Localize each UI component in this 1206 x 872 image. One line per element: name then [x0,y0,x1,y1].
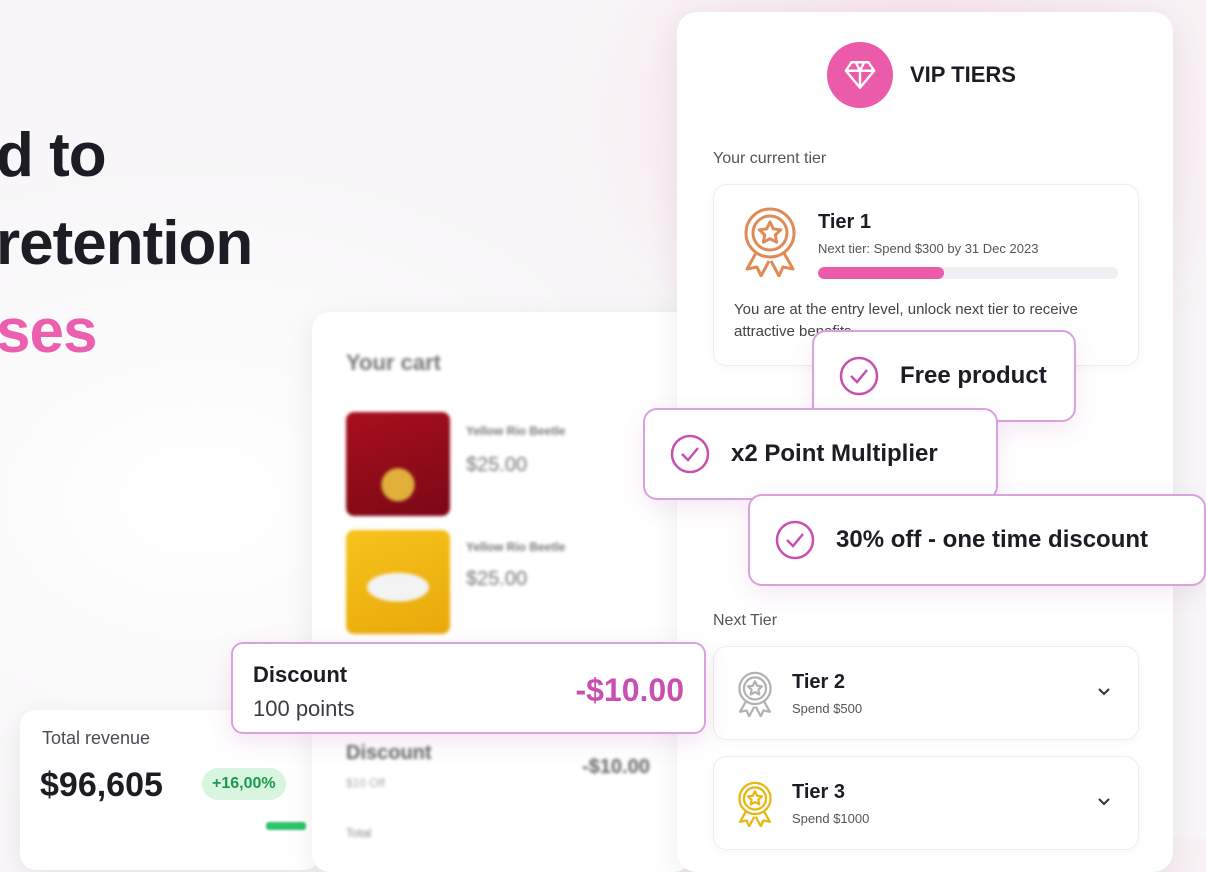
current-tier-label: Your current tier [713,150,827,167]
cart-item-price: $25.00 [466,568,528,590]
check-circle-icon [670,434,710,474]
cart-discount-label: Discount [346,742,432,764]
award-medal-icon [734,779,776,832]
check-circle-icon [839,356,879,396]
cart-item-name: Yellow Rio Beetle [466,540,566,554]
tier-requirement: Spend $1000 [792,811,870,826]
benefit-label: x2 Point Multiplier [731,440,938,467]
headline-line-1: d to [0,121,107,190]
tier-2-row[interactable]: Tier 2 Spend $500 [713,646,1139,740]
revenue-label: Total revenue [42,728,151,748]
cart-panel: Your cart Yellow Rio Beetle $25.00 Yello… [312,312,692,872]
headline-line-2: retention [0,209,253,278]
next-tier-label: Next Tier [713,612,778,629]
cart-total-label: Total [346,826,372,840]
total-revenue-card: Total revenue $96,605 +16,00% [20,710,320,870]
cart-item-name: Yellow Rio Beetle [466,424,566,438]
tier-3-row[interactable]: Tier 3 Spend $1000 [713,756,1139,850]
diamond-icon [827,42,893,108]
revenue-amount: $96,605 [40,766,163,804]
current-tier-name: Tier 1 [818,211,871,233]
cart-discount-sub: $10 Off [346,776,386,790]
discount-title: Discount [253,662,348,687]
discount-points: 100 points [253,696,355,721]
next-tier-requirement: Next tier: Spend $300 by 31 Dec 2023 [818,241,1039,256]
headline-line-3: ses [0,297,97,366]
chevron-down-icon[interactable] [1096,793,1112,814]
vip-title: VIP TIERS [910,62,1016,87]
benefit-discount: 30% off - one time discount [748,494,1206,586]
product-image-red-beetle [346,412,450,516]
award-medal-icon [738,203,802,282]
award-medal-icon [734,669,776,722]
cart-title: Your cart [346,350,441,375]
product-image-yellow-beetle [346,530,450,634]
benefit-point-multiplier: x2 Point Multiplier [643,408,998,500]
discount-value: -$10.00 [575,672,684,708]
cart-discount-value: -$10.00 [582,756,650,778]
revenue-change-badge: +16,00% [202,768,286,800]
trend-up-icon [266,822,306,830]
chevron-down-icon[interactable] [1096,683,1112,704]
tier-requirement: Spend $500 [792,701,863,716]
tier-name: Tier 3 [792,781,845,803]
tier-name: Tier 2 [792,671,845,693]
headline: d to retention ses [0,112,253,376]
tier-progress-bar [818,267,1118,279]
benefit-label: 30% off - one time discount [836,526,1149,553]
cart-item-price: $25.00 [466,454,528,476]
benefit-label: Free product [900,362,1047,389]
check-circle-icon [775,520,815,560]
discount-popup: Discount 100 points -$10.00 [231,642,706,734]
